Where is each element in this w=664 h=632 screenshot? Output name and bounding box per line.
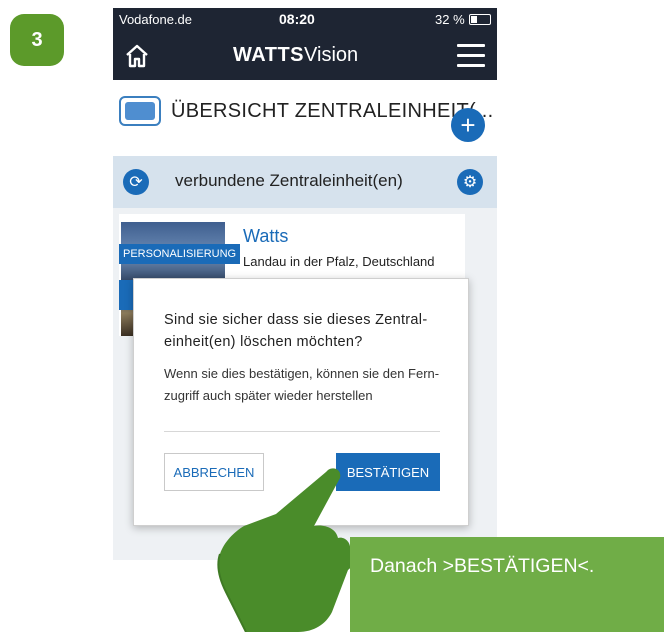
instruction-box bbox=[350, 537, 664, 632]
pointing-hand-icon bbox=[217, 468, 354, 632]
instruction-text: Danach >BESTÄTIGEN<. bbox=[370, 555, 595, 577]
overview-header: ÜBERSICHT ZENTRALEINHEIT(... + bbox=[113, 80, 497, 156]
home-icon[interactable] bbox=[123, 42, 151, 70]
brand-bold: WATTS bbox=[233, 44, 305, 66]
page-title: ÜBERSICHT ZENTRALEINHEIT(... bbox=[171, 100, 494, 122]
central-unit-icon bbox=[119, 96, 161, 126]
card-location: Landau in der Pfalz, Deutschland bbox=[243, 254, 435, 269]
add-button[interactable]: + bbox=[451, 108, 485, 142]
carrier-label: Vodafone.de bbox=[119, 12, 193, 27]
top-navbar: WATTSVision bbox=[113, 32, 497, 80]
battery-icon bbox=[468, 14, 491, 25]
battery-percent: 32 % bbox=[435, 12, 465, 27]
dialog-title: Sind sie sicher dass sie dieses Zentral-… bbox=[164, 312, 428, 350]
step-number-badge: 3 bbox=[10, 14, 64, 66]
dialog-divider bbox=[164, 431, 440, 432]
connected-units-label: verbundene Zentraleinheit(en) bbox=[175, 171, 403, 190]
card-title[interactable]: Watts bbox=[243, 226, 288, 247]
refresh-icon[interactable]: ⟳ bbox=[123, 169, 149, 195]
dialog-message: Wenn sie dies bestätigen, können sie den… bbox=[164, 366, 440, 403]
personalize-button[interactable]: PERSONALISIERUNG bbox=[119, 244, 241, 264]
brand-light: Vision bbox=[304, 44, 359, 66]
clock: 08:20 bbox=[279, 11, 315, 27]
battery-indicator: 32 % bbox=[435, 12, 491, 27]
status-bar: Vodafone.de 08:20 32 % bbox=[113, 8, 497, 32]
brand-logo: WATTSVision bbox=[233, 44, 358, 67]
connected-units-bar: ⟳ verbundene Zentraleinheit(en) ⚙ bbox=[113, 156, 497, 208]
hamburger-menu-icon[interactable] bbox=[457, 44, 485, 68]
gear-icon[interactable]: ⚙ bbox=[457, 169, 483, 195]
